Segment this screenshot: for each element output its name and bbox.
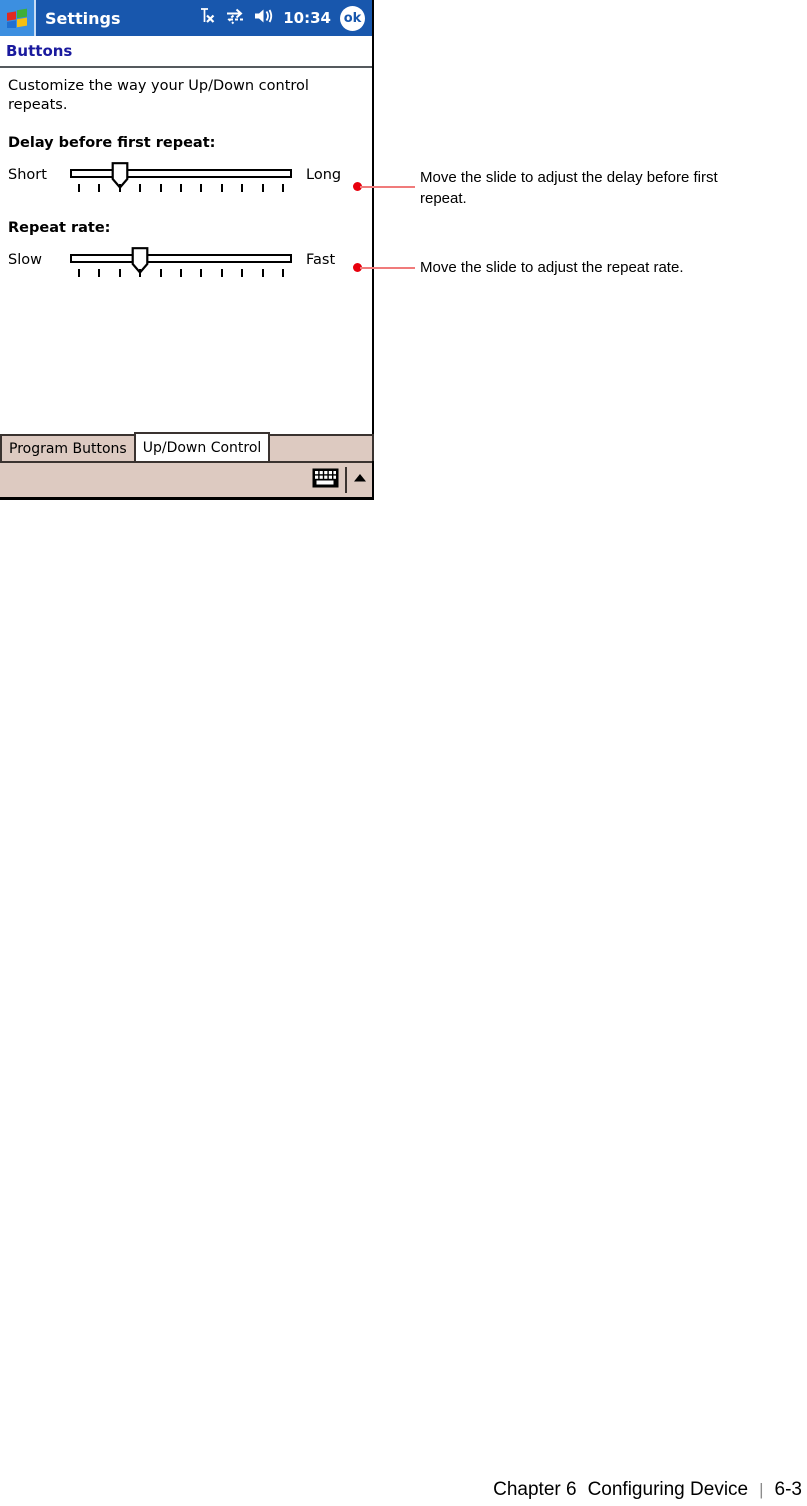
keyboard-icon[interactable] (312, 468, 339, 493)
delay-slider[interactable] (70, 160, 292, 200)
title-bar: Settings 10:34 ok (0, 0, 372, 36)
slider-tick (78, 269, 80, 277)
page-footer: Chapter 6 Configuring Device | 6-3 (493, 1479, 802, 1501)
signal-no-service-icon[interactable] (199, 7, 216, 30)
slider-tick (220, 269, 223, 277)
slider-tick (78, 184, 80, 192)
callout-repeat-rate-text: Move the slide to adjust the repeat rate… (420, 259, 684, 276)
title-bar-title: Settings (45, 8, 121, 28)
slider-tick (200, 269, 203, 277)
tab-empty[interactable] (268, 434, 374, 461)
slider-tick (241, 269, 244, 277)
slider-tick (139, 269, 142, 277)
tab-program-buttons[interactable]: Program Buttons (0, 434, 136, 461)
slider-tick (200, 184, 203, 192)
slider-tick (241, 184, 244, 192)
slider-tick (118, 184, 121, 192)
repeat-rate-max-label: Fast (306, 252, 336, 268)
delay-slider-ticks (70, 184, 292, 193)
slider-tick (282, 184, 284, 192)
tab-up-down-control[interactable]: Up/Down Control (133, 432, 271, 461)
tab-bar: Program Buttons Up/Down Control (0, 432, 374, 461)
slider-tick (98, 184, 101, 192)
callout-repeat-rate-line (360, 267, 415, 269)
page-title: Buttons (6, 42, 73, 60)
slider-tick (282, 269, 284, 277)
delay-max-label: Long (306, 167, 342, 183)
repeat-rate-group-label: Repeat rate: (8, 220, 111, 236)
description-text: Customize the way your Up/Down control r… (8, 78, 309, 113)
repeat-rate-slider[interactable] (70, 245, 292, 285)
footer-section: Configuring Device (587, 1479, 749, 1500)
slider-tick (180, 184, 182, 192)
delay-slider-track[interactable] (70, 169, 292, 178)
page-header: Buttons (0, 36, 372, 66)
slider-tick (261, 269, 264, 277)
title-bar-status-icons: 10:34 ok (199, 5, 372, 31)
slider-tick (261, 184, 264, 192)
windows-logo-icon (6, 8, 28, 28)
footer-chapter: Chapter 6 (493, 1479, 577, 1500)
ok-button[interactable]: ok (340, 5, 365, 31)
repeat-rate-min-label: Slow (8, 252, 42, 268)
start-menu-button[interactable] (0, 0, 34, 36)
chevron-up-icon[interactable] (353, 471, 367, 489)
clock[interactable]: 10:34 (283, 9, 331, 27)
taskbar (0, 461, 372, 497)
delay-min-label: Short (8, 167, 47, 183)
callout-delay-text: Move the slide to adjust the delay befor… (420, 169, 718, 207)
slider-tick (139, 184, 142, 192)
slider-tick (118, 269, 121, 277)
repeat-rate-slider-track[interactable] (70, 254, 292, 263)
connectivity-icon[interactable] (225, 7, 245, 30)
footer-separator: | (759, 1480, 764, 1499)
slider-tick (159, 269, 162, 277)
slider-tick (180, 269, 182, 277)
delay-group-label: Delay before first repeat: (8, 135, 216, 151)
repeat-rate-slider-row: Slow Fast (8, 245, 364, 285)
slider-tick (159, 184, 162, 192)
callout-delay-line (360, 186, 415, 188)
delay-slider-row: Short Long (8, 160, 364, 200)
settings-body: Customize the way your Up/Down control r… (0, 68, 372, 408)
footer-page-number: 6-3 (774, 1479, 802, 1500)
slider-tick (220, 184, 223, 192)
volume-speaker-icon[interactable] (254, 7, 274, 30)
taskbar-separator (345, 467, 347, 493)
slider-tick (98, 269, 101, 277)
tab-program-buttons-label: Program Buttons (9, 440, 127, 457)
tab-up-down-control-label: Up/Down Control (142, 439, 262, 456)
pda-device-screenshot: Settings 10:34 ok Buttons Customize the … (0, 0, 374, 500)
repeat-rate-slider-ticks (70, 269, 292, 278)
